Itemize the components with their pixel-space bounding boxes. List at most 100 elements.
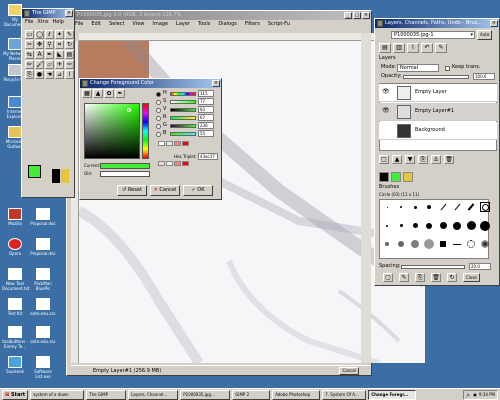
brushes-tab-icon[interactable]: ✎ <box>435 43 447 53</box>
lower-layer-icon[interactable]: ▼ <box>405 155 415 164</box>
foreground-color-swatch[interactable] <box>28 165 41 178</box>
spacing-slider[interactable] <box>401 265 465 269</box>
clone-icon[interactable]: ⎘ <box>25 70 34 79</box>
new-layer-icon[interactable]: ▢ <box>379 155 389 164</box>
brush-item[interactable] <box>452 239 462 249</box>
move-icon[interactable]: ✥ <box>35 40 44 49</box>
brush-item[interactable] <box>382 239 392 249</box>
menu-dialogs[interactable]: Dialogs <box>214 20 241 29</box>
radio-b[interactable] <box>156 132 161 137</box>
history-swatch[interactable] <box>166 141 173 146</box>
tab-gimp-selector[interactable]: ▦ <box>82 89 92 98</box>
toolbox-menu-help[interactable]: Help <box>51 18 66 27</box>
image-window-titlebar[interactable]: P1000035.jpg-3.0 (RGB, 3 layers) 116.7% … <box>67 11 371 20</box>
color-dialog-close-button[interactable]: × <box>212 80 220 87</box>
desktop-icon-test-kit[interactable]: Test Kit <box>2 298 28 316</box>
measure-icon[interactable]: ⊿ <box>55 70 64 79</box>
r-value[interactable]: 67 <box>198 114 214 121</box>
brush-item[interactable] <box>452 202 462 212</box>
maximize-button[interactable]: □ <box>353 12 361 19</box>
desktop-icon-proposal-2[interactable]: Proposal.doc <box>30 238 56 256</box>
toolbox-menu-file[interactable]: File <box>23 18 35 27</box>
reset-button[interactable]: ↺ Reset <box>117 185 147 196</box>
tab-triangle-selector[interactable]: ▲ <box>93 89 103 98</box>
brush-item[interactable] <box>466 239 476 249</box>
v-slider[interactable] <box>170 108 196 112</box>
brush-item[interactable] <box>452 221 462 231</box>
radio-s[interactable] <box>156 100 161 105</box>
auto-button[interactable]: Auto <box>477 30 493 40</box>
desktop-icon-ante-1[interactable]: ante.edu.ssc <box>30 298 56 316</box>
bucket-fill-icon[interactable]: ◣ <box>55 50 64 59</box>
g-value[interactable]: 236 <box>198 122 214 129</box>
blend-icon[interactable]: ▤ <box>65 50 74 59</box>
b-value[interactable]: 55 <box>198 130 214 137</box>
layer-row[interactable]: 👁 Empty Layer#1 <box>379 103 497 121</box>
brush-item[interactable] <box>424 202 434 212</box>
opacity-value[interactable]: 100.0 <box>473 73 495 80</box>
eye-icon[interactable]: 👁 <box>382 89 390 95</box>
toolbox-menu-xtns[interactable]: Xtns <box>35 18 50 27</box>
desktop-icon-toolbuttons[interactable]: toolbuttons - Emmy Te... <box>2 326 28 349</box>
menu-filters[interactable]: Filters <box>241 20 264 29</box>
eraser-icon[interactable]: ▱ <box>45 60 54 69</box>
minimize-button[interactable]: _ <box>344 12 352 19</box>
history-swatch[interactable] <box>182 141 189 146</box>
flip-icon[interactable]: ⇆ <box>25 50 34 59</box>
raise-layer-icon[interactable]: ▲ <box>392 155 402 164</box>
history-swatch[interactable] <box>158 161 165 166</box>
opacity-slider[interactable] <box>403 75 469 79</box>
pattern-preview[interactable] <box>61 169 69 183</box>
vertical-scrollbar[interactable] <box>361 33 371 363</box>
close-button[interactable]: × <box>362 12 370 19</box>
desktop-icon-proposal-1[interactable]: Proposal.doc <box>30 208 56 226</box>
menu-select[interactable]: Select <box>105 20 128 29</box>
desktop-icon-software-list[interactable]: Software List.exe <box>30 356 56 379</box>
b-slider[interactable] <box>170 132 196 136</box>
taskbar-button[interactable]: Adobe Photoshop <box>272 389 321 400</box>
free-select-icon[interactable]: ℓ <box>45 30 54 39</box>
cancel-button[interactable]: ✕ Cancel <box>150 185 180 196</box>
tab-picker-selector[interactable]: ✒ <box>115 89 125 98</box>
menu-layer[interactable]: Layer <box>172 20 194 29</box>
duplicate-brush-icon[interactable]: ⎘ <box>415 273 425 282</box>
magnify-icon[interactable]: ⚲ <box>45 40 54 49</box>
brush-preview[interactable] <box>52 169 60 183</box>
taskbar-button[interactable]: 7. System Of A... <box>322 389 367 400</box>
history-swatch[interactable] <box>158 141 165 146</box>
pattern-swatch[interactable] <box>403 172 413 182</box>
brush-item[interactable] <box>466 221 476 231</box>
g-slider[interactable] <box>170 124 196 128</box>
brush-item[interactable] <box>424 221 434 231</box>
fuzzy-select-icon[interactable]: ✦ <box>55 30 64 39</box>
new-brush-icon[interactable]: ▢ <box>383 273 393 282</box>
delete-layer-icon[interactable]: 🗑 <box>444 155 454 164</box>
volume-icon[interactable]: 🔈 <box>466 391 471 399</box>
v-value[interactable]: 93 <box>198 106 214 113</box>
channels-tab-icon[interactable]: ▥ <box>393 43 405 53</box>
smudge-icon[interactable]: ☚ <box>45 70 54 79</box>
hue-strip[interactable] <box>142 103 149 159</box>
path-icon[interactable]: ⌇ <box>65 70 74 79</box>
taskbar-button-active[interactable]: Change Foregr... <box>368 389 417 400</box>
desktop-icon-new-text-document[interactable]: New Text Document.txt <box>2 268 30 291</box>
start-button[interactable]: ⊞ Start <box>2 389 29 400</box>
brush-item[interactable] <box>438 239 448 249</box>
paths-tab-icon[interactable]: ⌇ <box>407 43 419 53</box>
desktop-icon-mozilla[interactable]: Mozilla <box>2 208 28 226</box>
paintbrush-icon[interactable]: 🖌 <box>35 60 44 69</box>
brush-item[interactable] <box>410 202 420 212</box>
color-picker-icon[interactable]: ✒ <box>45 50 54 59</box>
rect-select-icon[interactable]: ▭ <box>25 30 34 39</box>
hex-input[interactable]: 43ec37 <box>198 153 218 160</box>
brush-item[interactable] <box>396 202 406 212</box>
ink-icon[interactable]: ✑ <box>65 60 74 69</box>
delete-brush-icon[interactable]: 🗑 <box>431 273 441 282</box>
toolbox-titlebar[interactable]: The GIMP × <box>22 9 74 18</box>
airbrush-icon[interactable]: ✈ <box>55 60 64 69</box>
history-swatch[interactable] <box>182 161 189 166</box>
eye-icon[interactable]: 👁 <box>382 108 390 114</box>
rotate-icon[interactable]: ↻ <box>65 40 74 49</box>
taskbar-button[interactable]: GIMP 2 <box>232 389 271 400</box>
desktop-icon-opera[interactable]: Opera <box>2 238 28 256</box>
